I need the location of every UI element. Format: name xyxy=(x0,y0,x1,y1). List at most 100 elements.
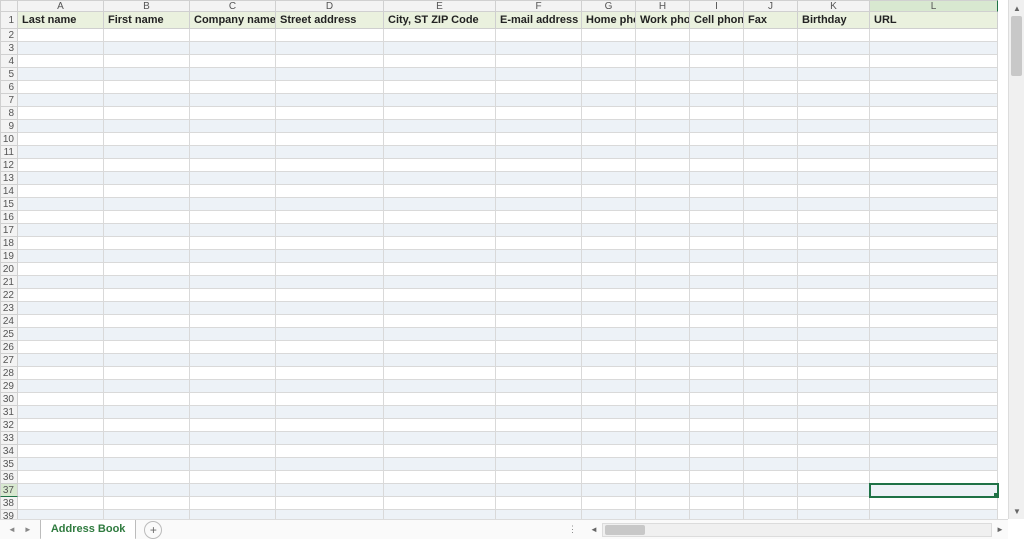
cell[interactable] xyxy=(104,224,190,237)
row-header[interactable]: 14 xyxy=(0,185,18,198)
cell[interactable] xyxy=(636,393,690,406)
cell[interactable] xyxy=(276,29,384,42)
cell[interactable] xyxy=(798,510,870,519)
cell[interactable] xyxy=(190,68,276,81)
select-all-corner[interactable] xyxy=(0,0,18,12)
cell[interactable] xyxy=(636,172,690,185)
cell[interactable] xyxy=(582,172,636,185)
cell[interactable] xyxy=(276,497,384,510)
cell[interactable] xyxy=(744,341,798,354)
cell[interactable] xyxy=(690,484,744,497)
row-header[interactable]: 28 xyxy=(0,367,18,380)
cell[interactable] xyxy=(496,146,582,159)
cell[interactable] xyxy=(636,432,690,445)
cell[interactable] xyxy=(582,419,636,432)
cell[interactable] xyxy=(870,419,998,432)
cell[interactable] xyxy=(18,289,104,302)
col-header-K[interactable]: K xyxy=(798,0,870,12)
cell[interactable] xyxy=(384,458,496,471)
scroll-down-icon[interactable]: ▼ xyxy=(1009,503,1024,519)
cell[interactable] xyxy=(870,237,998,250)
cell[interactable] xyxy=(384,159,496,172)
cell[interactable] xyxy=(104,146,190,159)
cell[interactable] xyxy=(744,250,798,263)
cell[interactable] xyxy=(798,497,870,510)
cell[interactable] xyxy=(798,237,870,250)
cell[interactable] xyxy=(104,341,190,354)
cell[interactable] xyxy=(18,224,104,237)
cell[interactable] xyxy=(190,198,276,211)
cell[interactable] xyxy=(190,380,276,393)
cell[interactable] xyxy=(384,211,496,224)
cell[interactable] xyxy=(870,250,998,263)
cell[interactable] xyxy=(190,237,276,250)
row-header[interactable]: 7 xyxy=(0,94,18,107)
cell[interactable] xyxy=(496,315,582,328)
cell[interactable]: Home phone xyxy=(582,12,636,29)
cell[interactable] xyxy=(690,419,744,432)
scroll-thumb[interactable] xyxy=(1011,16,1022,76)
cell[interactable] xyxy=(18,341,104,354)
cell[interactable] xyxy=(870,354,998,367)
row-header[interactable]: 30 xyxy=(0,393,18,406)
cell[interactable] xyxy=(582,81,636,94)
cell[interactable] xyxy=(798,263,870,276)
cell[interactable] xyxy=(744,484,798,497)
cell[interactable] xyxy=(744,29,798,42)
cell[interactable] xyxy=(582,471,636,484)
cell[interactable] xyxy=(582,29,636,42)
col-header-B[interactable]: B xyxy=(104,0,190,12)
cell[interactable] xyxy=(870,42,998,55)
cell[interactable] xyxy=(384,81,496,94)
cell[interactable] xyxy=(496,458,582,471)
cell[interactable] xyxy=(744,68,798,81)
row-header[interactable]: 4 xyxy=(0,55,18,68)
cell[interactable] xyxy=(18,497,104,510)
cell[interactable] xyxy=(496,367,582,380)
cell[interactable] xyxy=(582,406,636,419)
row-header[interactable]: 17 xyxy=(0,224,18,237)
cell[interactable] xyxy=(190,406,276,419)
cell[interactable] xyxy=(690,445,744,458)
cell[interactable] xyxy=(18,354,104,367)
cell[interactable] xyxy=(276,185,384,198)
cell[interactable] xyxy=(384,120,496,133)
scroll-up-icon[interactable]: ▲ xyxy=(1009,0,1024,16)
cell[interactable] xyxy=(690,94,744,107)
cell[interactable] xyxy=(276,146,384,159)
cell[interactable] xyxy=(496,224,582,237)
cell[interactable] xyxy=(870,159,998,172)
cell[interactable] xyxy=(690,146,744,159)
cell[interactable] xyxy=(276,432,384,445)
cell[interactable] xyxy=(636,341,690,354)
cell[interactable] xyxy=(798,68,870,81)
cell[interactable] xyxy=(384,367,496,380)
col-header-G[interactable]: G xyxy=(582,0,636,12)
cell[interactable] xyxy=(276,159,384,172)
col-header-L[interactable]: L xyxy=(870,0,998,12)
cell[interactable] xyxy=(276,107,384,120)
cell[interactable] xyxy=(190,354,276,367)
row-header[interactable]: 38 xyxy=(0,497,18,510)
cell[interactable] xyxy=(496,393,582,406)
cell[interactable] xyxy=(744,55,798,68)
cell[interactable] xyxy=(870,68,998,81)
cell[interactable] xyxy=(690,107,744,120)
row-header[interactable]: 20 xyxy=(0,263,18,276)
cell[interactable] xyxy=(798,289,870,302)
cell[interactable] xyxy=(104,29,190,42)
cell[interactable] xyxy=(744,237,798,250)
cell[interactable]: Last name xyxy=(18,12,104,29)
cell[interactable] xyxy=(744,328,798,341)
cell[interactable] xyxy=(690,406,744,419)
cell[interactable] xyxy=(18,133,104,146)
cell[interactable] xyxy=(496,211,582,224)
cell[interactable] xyxy=(636,354,690,367)
cell[interactable] xyxy=(276,94,384,107)
cell[interactable] xyxy=(18,94,104,107)
cell[interactable] xyxy=(496,94,582,107)
cell[interactable] xyxy=(744,107,798,120)
cell[interactable] xyxy=(384,380,496,393)
cell[interactable] xyxy=(496,406,582,419)
cell[interactable] xyxy=(798,393,870,406)
